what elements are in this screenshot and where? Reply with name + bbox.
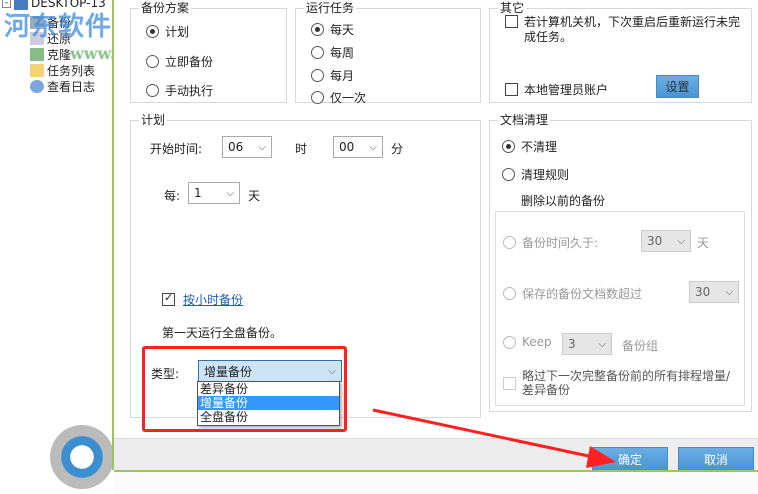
cleanup-group: 文档清理 不清理 清理规则 删除以前的备份 备份时间久于: 30 ⌵ 天 保存的备… xyxy=(489,113,752,412)
radio-weekly[interactable]: 每周 xyxy=(311,44,354,61)
log-icon xyxy=(30,80,44,93)
radio-monthly[interactable]: 每月 xyxy=(311,67,354,84)
clone-icon xyxy=(30,48,44,61)
rerun-checkbox[interactable]: 若计算机关机，下次重启后重新运行未完成任务。 xyxy=(505,15,740,45)
radio-count[interactable]: 保存的备份文档数超过 xyxy=(503,285,642,302)
tree-item-clone[interactable]: 克隆 xyxy=(30,46,71,63)
radio-no-clean[interactable]: 不清理 xyxy=(502,138,557,155)
radio-keep[interactable]: Keep xyxy=(503,335,552,349)
hourly-backup-link[interactable]: 按小时备份 xyxy=(183,291,243,308)
radio-daily[interactable]: 每天 xyxy=(311,21,354,38)
run-task-group: 运行任务 每天 每周 每月 仅一次 xyxy=(295,1,481,106)
hour-select[interactable]: 06 ⌵ xyxy=(222,136,272,158)
ok-button[interactable]: 确定 xyxy=(592,447,668,471)
run-task-title: 运行任务 xyxy=(304,1,357,15)
backup-plan-title: 备份方案 xyxy=(139,1,192,15)
radio-immediate[interactable]: 立即备份 xyxy=(146,53,213,70)
chevron-down-icon: ⌵ xyxy=(226,187,234,199)
every-select[interactable]: 1 ⌵ xyxy=(188,182,240,204)
keep-select[interactable]: 3 ⌵ xyxy=(562,333,612,355)
folder-icon xyxy=(30,64,44,77)
radio-age[interactable]: 备份时间久于: xyxy=(503,234,598,251)
tree-item-logs[interactable]: 查看日志 xyxy=(30,78,95,95)
backup-plan-group: 备份方案 计划 立即备份 手动执行 xyxy=(130,1,287,103)
count-select[interactable]: 30 ⌵ xyxy=(689,281,739,303)
chevron-down-icon: ⌵ xyxy=(258,141,266,153)
chevron-down-icon: ⌵ xyxy=(369,141,377,153)
status-strip xyxy=(114,470,758,494)
radio-manual[interactable]: 手动执行 xyxy=(146,82,213,99)
admin-checkbox[interactable]: 本地管理员账户 xyxy=(505,81,608,98)
radio-once[interactable]: 仅一次 xyxy=(311,89,366,106)
cleanup-rules-box: 备份时间久于: 30 ⌵ 天 保存的备份文档数超过 30 ⌵ Keep 3 ⌵ 备份组… xyxy=(495,211,745,406)
minute-select[interactable]: 00 ⌵ xyxy=(333,136,383,158)
age-select[interactable]: 30 ⌵ xyxy=(641,230,691,252)
skip-checkbox[interactable]: 略过下一次完整备份前的所有排程增量/差异备份 xyxy=(503,369,733,397)
tree-panel: -DESKTOP-13 备份 还原 克隆 任务列表 查看日志 河东软件园 www… xyxy=(0,0,208,494)
hourly-backup-checkbox[interactable]: 按小时备份 xyxy=(162,291,243,308)
other-title: 其它 xyxy=(498,1,527,15)
radio-clean-rules[interactable]: 清理规则 xyxy=(502,166,569,183)
app-logo-icon xyxy=(50,425,114,489)
radio-plan[interactable]: 计划 xyxy=(146,23,189,40)
highlight-box xyxy=(142,346,347,432)
tree-item-tasks[interactable]: 任务列表 xyxy=(30,62,95,79)
other-group: 其它 若计算机关机，下次重启后重新运行未完成任务。 本地管理员账户 设置 xyxy=(489,1,752,103)
dialog-footer: 确定 取消 xyxy=(114,438,758,471)
cancel-button[interactable]: 取消 xyxy=(678,447,754,471)
settings-button[interactable]: 设置 xyxy=(656,75,699,98)
